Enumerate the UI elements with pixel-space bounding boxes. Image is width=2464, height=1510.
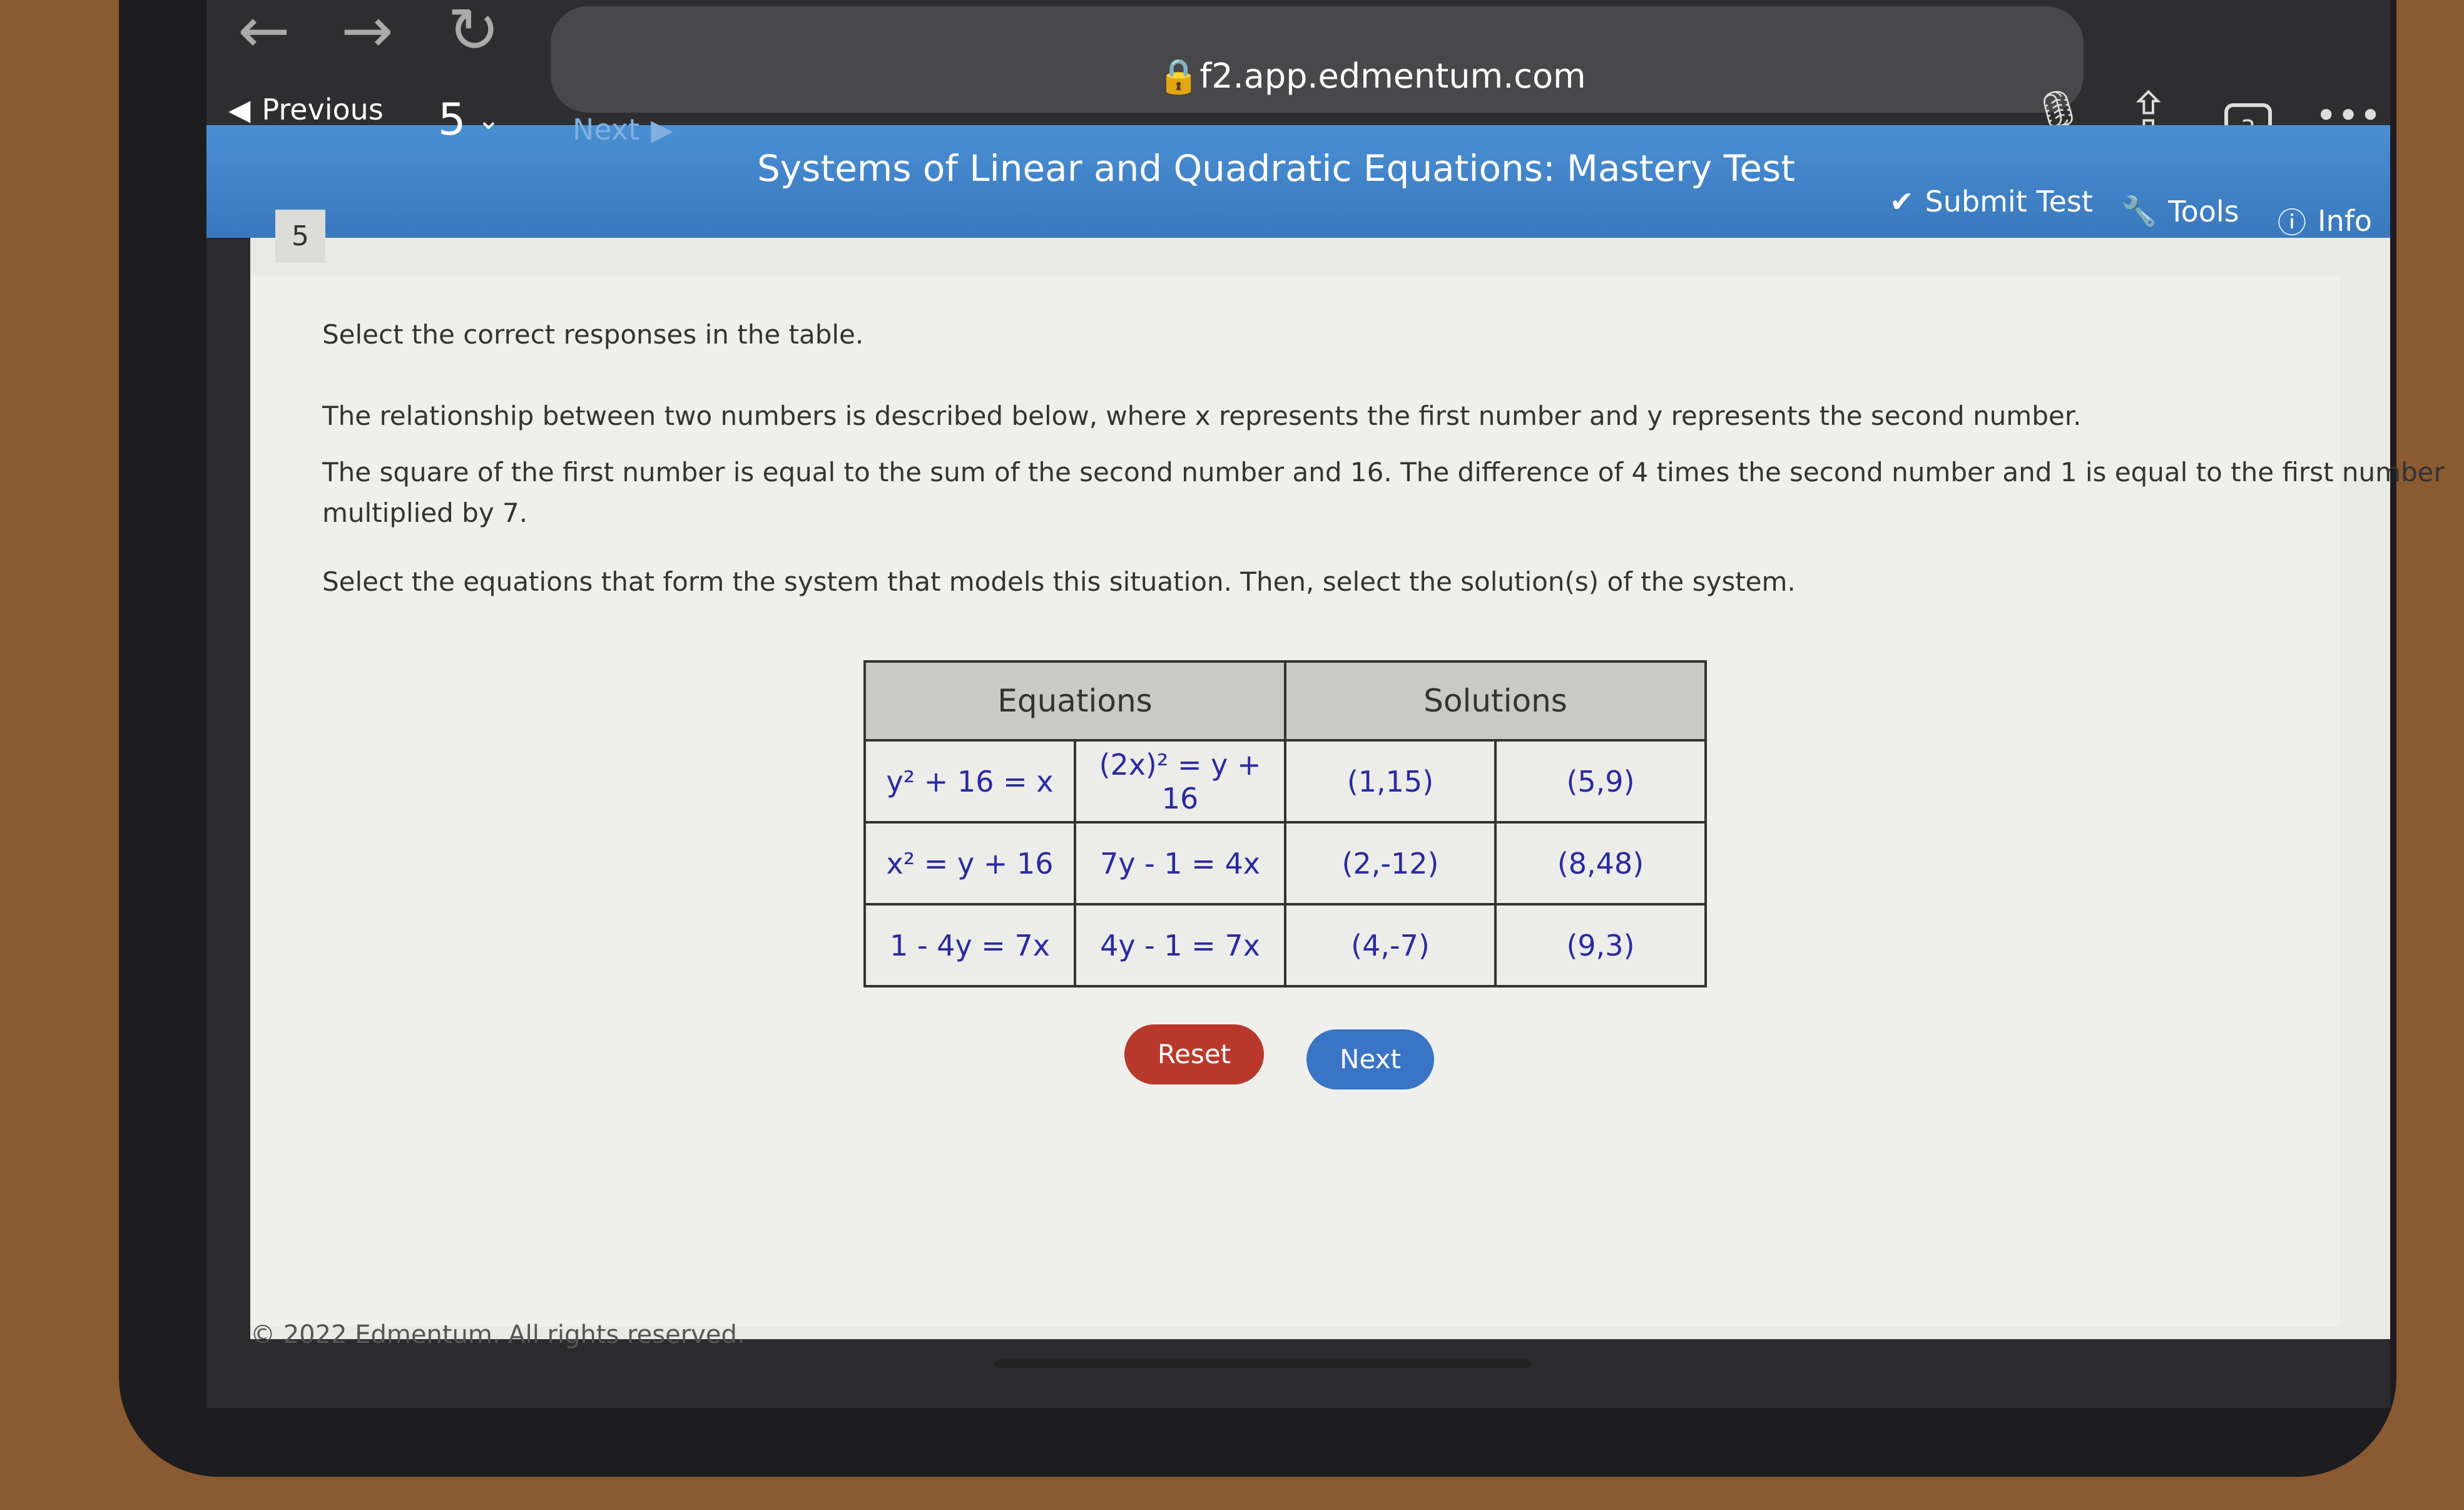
next-button[interactable]: Next (1306, 1029, 1434, 1089)
previous-icon: ◀ (228, 93, 251, 126)
solution-cell[interactable]: (9,3) (1494, 903, 1707, 987)
reload-icon[interactable]: ↻ (447, 0, 500, 67)
equation-cell[interactable]: (2x)² = y + 16 (1074, 739, 1286, 824)
next-header-button[interactable]: Next ▶ (573, 113, 673, 146)
equation-cell[interactable]: x² = y + 16 (863, 821, 1076, 905)
copyright: © 2022 Edmentum. All rights reserved. (250, 1320, 745, 1349)
header-solutions: Solutions (1284, 660, 1707, 742)
previous-label: Previous (262, 93, 384, 126)
question-number: 5 (275, 210, 325, 263)
previous-button[interactable]: ◀ Previous (228, 93, 384, 126)
submit-test-button[interactable]: ✔ Submit Test (1890, 185, 2093, 218)
next-icon: ▶ (651, 113, 673, 146)
home-indicator[interactable] (995, 1359, 1531, 1368)
table-row: 1 - 4y = 7x 4y - 1 = 7x (4,-7) (9,3) (863, 903, 1707, 987)
paragraph-2-cont: multiplied by 7. (322, 497, 528, 528)
page-title: Systems of Linear and Quadratic Equation… (757, 147, 1795, 190)
equation-cell[interactable]: y² + 16 = x (863, 739, 1076, 824)
info-icon: ⓘ (2278, 206, 2306, 240)
paragraph-1: The relationship between two numbers is … (322, 400, 2082, 431)
next-header-label: Next (573, 113, 640, 146)
equation-cell[interactable]: 7y - 1 = 4x (1074, 821, 1286, 905)
lock-icon: 🔒 (1158, 56, 1200, 96)
table-row: x² = y + 16 7y - 1 = 4x (2,-12) (8,48) (863, 821, 1707, 905)
question-selector[interactable]: 5 ⌄ (438, 94, 500, 145)
forward-icon[interactable]: → (341, 0, 394, 67)
solution-cell[interactable]: (4,-7) (1284, 903, 1497, 987)
paragraph-3: Select the equations that form the syste… (322, 566, 1796, 597)
info-button[interactable]: ⓘ Info (2278, 200, 2372, 242)
header-equations: Equations (863, 660, 1286, 742)
paragraph-2: The square of the first number is equal … (322, 457, 2445, 487)
tools-button[interactable]: 🔧 Tools (2121, 194, 2239, 228)
wrench-icon: 🔧 (2121, 194, 2157, 228)
question-selector-value: 5 (438, 94, 466, 145)
check-circle-icon: ✔ (1890, 185, 1914, 218)
equation-cell[interactable]: 4y - 1 = 7x (1074, 903, 1286, 987)
table-row: y² + 16 = x (2x)² = y + 16 (1,15) (5,9) (863, 739, 1707, 824)
response-table: Equations Solutions y² + 16 = x (2x)² = … (863, 660, 1707, 987)
solution-cell[interactable]: (8,48) (1494, 821, 1707, 905)
solution-cell[interactable]: (5,9) (1494, 739, 1707, 824)
solution-cell[interactable]: (1,15) (1284, 739, 1497, 824)
url-text[interactable]: 🔒f2.app.edmentum.com (1158, 56, 1586, 96)
reset-button[interactable]: Reset (1124, 1024, 1264, 1084)
url: f2.app.edmentum.com (1199, 56, 1586, 96)
tools-label: Tools (2168, 194, 2239, 228)
submit-label: Submit Test (1925, 185, 2093, 218)
info-label: Info (2318, 204, 2373, 238)
instruction: Select the correct responses in the tabl… (322, 319, 864, 350)
equation-cell[interactable]: 1 - 4y = 7x (863, 903, 1076, 987)
back-icon[interactable]: ← (238, 0, 290, 67)
solution-cell[interactable]: (2,-12) (1284, 821, 1497, 905)
chevron-down-icon: ⌄ (477, 103, 501, 136)
